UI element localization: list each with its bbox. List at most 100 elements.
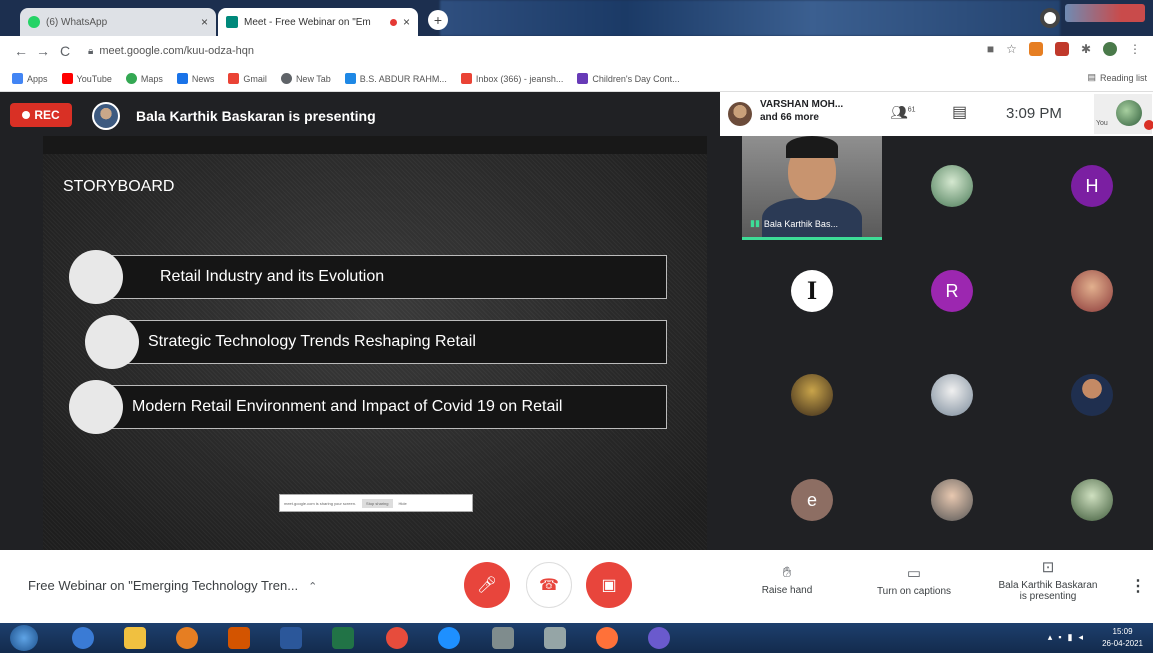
chrome-icon[interactable] bbox=[386, 627, 408, 649]
app-icon[interactable] bbox=[648, 627, 670, 649]
close-tab-icon[interactable]: × bbox=[403, 15, 410, 29]
presentation-stage: STORYBOARD Retail Industry and its Evolu… bbox=[0, 136, 742, 550]
puzzle-icon[interactable]: ✱ bbox=[1081, 42, 1091, 56]
present-icon: ⊡ bbox=[1041, 559, 1055, 576]
url-field[interactable]: meet.google.com/kuu-odza-hqn bbox=[99, 45, 254, 57]
bookmark-childrens-day[interactable]: Children's Day Cont... bbox=[577, 73, 680, 84]
chat-icon[interactable]: ▤ bbox=[952, 102, 967, 122]
bookmark-inbox[interactable]: Inbox (366) - jeansh... bbox=[460, 73, 563, 84]
people-button[interactable]: 👥︎61 bbox=[890, 104, 916, 121]
close-tab-icon[interactable]: × bbox=[201, 15, 208, 29]
excel-icon[interactable] bbox=[332, 627, 354, 649]
avatar[interactable]: I bbox=[791, 270, 833, 312]
presenting-button[interactable]: ⊡ Bala Karthik Baskaran is presenting bbox=[986, 558, 1110, 602]
lock-icon[interactable]: 🔒︎ bbox=[88, 46, 93, 57]
news-icon bbox=[176, 73, 188, 84]
avatar[interactable] bbox=[931, 374, 973, 416]
word-icon[interactable] bbox=[280, 627, 302, 649]
extension-icon[interactable] bbox=[1028, 42, 1043, 56]
avatar-initial: I bbox=[806, 276, 818, 305]
browser-tab-strip: (6) WhatsApp × Meet - Free Webinar on "E… bbox=[0, 0, 1153, 36]
paint-icon[interactable] bbox=[544, 627, 566, 649]
tabstrip-background bbox=[440, 0, 1060, 36]
bookmark-label: B.S. ABDUR RAHM... bbox=[359, 73, 447, 84]
self-view[interactable]: You bbox=[1094, 94, 1152, 134]
avatar[interactable] bbox=[1071, 270, 1113, 312]
gmail-icon bbox=[228, 73, 240, 84]
audio-level-icon: ▮▮ bbox=[750, 218, 760, 228]
captions-button[interactable]: ▭ Turn on captions bbox=[866, 564, 962, 597]
avatar-initial: R bbox=[945, 280, 959, 301]
chrome-icon[interactable] bbox=[72, 627, 94, 649]
new-tab-button[interactable]: + bbox=[428, 10, 448, 30]
more-options-icon[interactable]: ⋮ bbox=[1130, 576, 1146, 596]
taskbar-clock[interactable]: 15:09 26-04-2021 bbox=[1102, 626, 1143, 650]
participant-more: and 66 more bbox=[760, 112, 819, 123]
camera-off-icon: ▣ bbox=[601, 577, 617, 594]
share-notice-text: meet.google.com is sharing your screen. bbox=[284, 500, 357, 506]
bookmark-youtube[interactable]: YouTube bbox=[61, 73, 112, 84]
stop-sharing-button[interactable]: Stop sharing bbox=[362, 498, 393, 508]
back-icon[interactable]: ← bbox=[10, 43, 32, 59]
meeting-details-button[interactable]: Free Webinar on "Emerging Technology Tre… bbox=[28, 578, 317, 593]
tab-meet[interactable]: Meet - Free Webinar on "Em × bbox=[218, 8, 418, 36]
participant-video-tile[interactable]: ▮▮ Bala Karthik Bas... bbox=[742, 136, 882, 240]
camera-toggle-button[interactable]: ▣ bbox=[586, 562, 632, 608]
reload-icon[interactable]: C bbox=[54, 43, 76, 59]
recording-badge[interactable]: REC bbox=[10, 103, 72, 127]
hand-icon: ✋︎ bbox=[782, 564, 792, 581]
window-controls[interactable] bbox=[1065, 4, 1145, 22]
avatar[interactable] bbox=[1071, 374, 1113, 416]
signal-icon: ▮ bbox=[1067, 632, 1073, 642]
mic-toggle-button[interactable]: 🎤︎ bbox=[464, 562, 510, 608]
bullet-circle bbox=[85, 315, 139, 369]
rec-label: REC bbox=[34, 108, 60, 122]
avatar[interactable] bbox=[791, 374, 833, 416]
bookmark-newtab[interactable]: New Tab bbox=[280, 73, 331, 84]
bookmarks-bar: Apps YouTube Maps News Gmail New Tab B.S… bbox=[0, 66, 1153, 92]
avatar[interactable] bbox=[931, 165, 973, 207]
firefox-icon[interactable] bbox=[596, 627, 618, 649]
tray-arrow-icon: ▴ bbox=[1047, 632, 1053, 642]
participants-grid: ▮▮ Bala Karthik Bas... H I R e bbox=[742, 136, 1153, 550]
avatar[interactable] bbox=[1103, 42, 1117, 56]
avatar[interactable] bbox=[931, 479, 973, 521]
chrome-profile-icon[interactable] bbox=[1040, 8, 1060, 28]
tab-title: (6) WhatsApp bbox=[46, 16, 108, 28]
bookmark-abdur[interactable]: B.S. ABDUR RAHM... bbox=[344, 73, 447, 84]
avatar bbox=[728, 102, 752, 126]
star-icon[interactable]: ☆ bbox=[1006, 42, 1017, 56]
start-button[interactable] bbox=[10, 625, 38, 651]
tab-whatsapp[interactable]: (6) WhatsApp × bbox=[20, 8, 216, 36]
address-bar-row: ← → C 🔒︎ meet.google.com/kuu-odza-hqn ■ … bbox=[0, 36, 1153, 66]
avatar[interactable] bbox=[1071, 479, 1113, 521]
bookmark-gmail[interactable]: Gmail bbox=[228, 73, 267, 84]
clock-date: 26-04-2021 bbox=[1102, 639, 1143, 648]
forward-icon[interactable]: → bbox=[32, 43, 54, 59]
maps-icon bbox=[125, 73, 137, 84]
extension-icon[interactable] bbox=[1054, 42, 1069, 56]
reading-list-button[interactable]: ▤ Reading list bbox=[1081, 72, 1147, 83]
leave-call-button[interactable]: ☎ bbox=[526, 562, 572, 608]
tab-title: Meet - Free Webinar on "Em bbox=[244, 16, 371, 28]
system-tray[interactable]: ▴ ▪ ▮ ◂ bbox=[1048, 632, 1083, 643]
avatar[interactable]: R bbox=[931, 270, 973, 312]
raise-hand-button[interactable]: ✋︎ Raise hand bbox=[757, 564, 817, 596]
menu-dots-icon[interactable]: ⋮ bbox=[1129, 42, 1141, 56]
hide-button[interactable]: Hide bbox=[399, 501, 407, 506]
screen-share-notice: meet.google.com is sharing your screen. … bbox=[279, 494, 473, 512]
firefox-icon[interactable] bbox=[176, 627, 198, 649]
media-player-icon[interactable] bbox=[228, 627, 250, 649]
camera-icon[interactable]: ■ bbox=[987, 42, 994, 56]
participant-summary[interactable]: VARSHAN MOH... and 66 more bbox=[760, 98, 843, 124]
folder-icon[interactable] bbox=[124, 627, 146, 649]
avatar[interactable]: H bbox=[1071, 165, 1113, 207]
bookmark-apps[interactable]: Apps bbox=[12, 73, 48, 84]
clock-time: 15:09 bbox=[1112, 627, 1133, 636]
avatar[interactable]: e bbox=[791, 479, 833, 521]
bookmark-maps[interactable]: Maps bbox=[125, 73, 163, 84]
notification-dot bbox=[1144, 120, 1153, 130]
internet-explorer-icon[interactable] bbox=[438, 627, 460, 649]
bookmark-news[interactable]: News bbox=[176, 73, 214, 84]
app-icon[interactable] bbox=[492, 627, 514, 649]
